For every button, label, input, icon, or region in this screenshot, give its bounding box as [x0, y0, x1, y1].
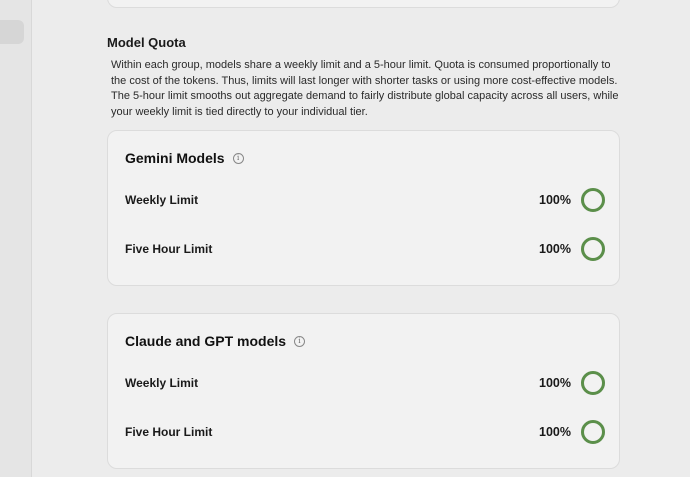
limit-value: 100%	[539, 193, 571, 207]
limit-value-group: 100%	[539, 188, 605, 212]
sidebar	[0, 0, 32, 477]
section-title: Model Quota	[107, 35, 186, 50]
limit-row-weekly: Weekly Limit 100%	[125, 188, 605, 212]
limit-value-group: 100%	[539, 420, 605, 444]
limit-row-five-hour: Five Hour Limit 100%	[125, 237, 605, 261]
limit-label: Five Hour Limit	[125, 242, 213, 256]
limit-value-group: 100%	[539, 371, 605, 395]
card-header: Claude and GPT models i	[125, 333, 306, 349]
card-title: Gemini Models	[125, 150, 225, 166]
limit-label: Weekly Limit	[125, 193, 199, 207]
limit-value: 100%	[539, 376, 571, 390]
info-icon[interactable]: i	[294, 335, 306, 347]
limit-label: Five Hour Limit	[125, 425, 213, 439]
previous-card	[107, 0, 620, 8]
limit-label: Weekly Limit	[125, 376, 199, 390]
card-title: Claude and GPT models	[125, 333, 287, 349]
section-description: Within each group, models share a weekly…	[111, 59, 619, 118]
limit-row-weekly: Weekly Limit 100%	[125, 371, 605, 395]
limit-value: 100%	[539, 242, 571, 256]
main-content: Model Quota Within each group, models sh…	[32, 0, 690, 477]
quota-card-claude-gpt: Claude and GPT models i Weekly Limit 100…	[107, 313, 620, 469]
progress-ring-icon	[581, 420, 605, 444]
quota-card-gemini: Gemini Models i Weekly Limit 100% Five H…	[107, 130, 620, 286]
sidebar-item-active[interactable]	[0, 20, 24, 44]
progress-ring-icon	[581, 237, 605, 261]
progress-ring-icon	[581, 371, 605, 395]
info-icon[interactable]: i	[232, 152, 244, 164]
limit-value: 100%	[539, 425, 571, 439]
card-header: Gemini Models i	[125, 150, 244, 166]
limit-value-group: 100%	[539, 237, 605, 261]
progress-ring-icon	[581, 188, 605, 212]
limit-row-five-hour: Five Hour Limit 100%	[125, 420, 605, 444]
